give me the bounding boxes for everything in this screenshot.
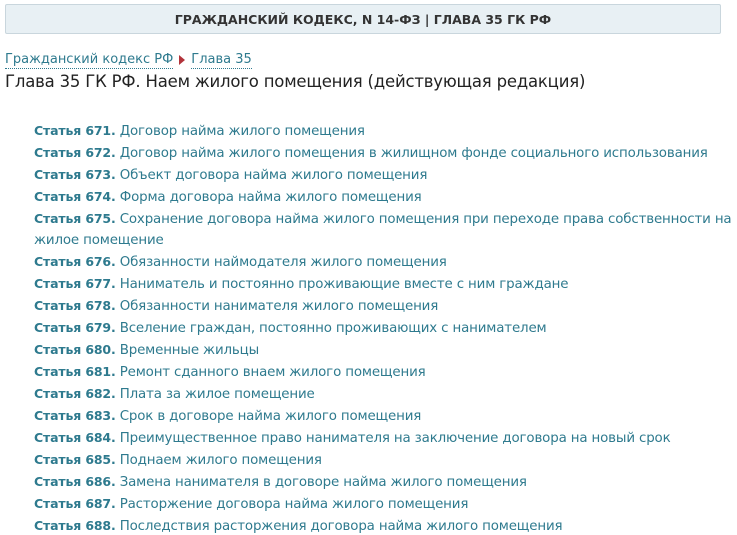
article-title: Вселение граждан, постоянно проживающих …	[119, 321, 547, 336]
article-link[interactable]: Статья 682. Плата за жилое помещение	[34, 383, 734, 405]
article-number: Статья 676.	[34, 254, 116, 269]
article-number: Статья 671.	[34, 123, 116, 138]
article-link[interactable]: Статья 677. Наниматель и постоянно прожи…	[34, 273, 734, 295]
article-number: Статья 677.	[34, 276, 116, 291]
article-list: Статья 671. Договор найма жилого помещен…	[34, 120, 734, 535]
article-link[interactable]: Статья 672. Договор найма жилого помещен…	[34, 142, 734, 164]
article-number: Статья 686.	[34, 474, 116, 489]
article-title: Замена нанимателя в договоре найма жилог…	[119, 475, 527, 490]
article-number: Статья 672.	[34, 145, 116, 160]
article-title: Сохранение договора найма жилого помещен…	[34, 212, 732, 248]
article-title: Договор найма жилого помещения	[119, 124, 365, 139]
article-number: Статья 680.	[34, 342, 116, 357]
article-number: Статья 688.	[34, 518, 116, 533]
breadcrumb-arrow-icon	[179, 55, 186, 65]
article-link[interactable]: Статья 671. Договор найма жилого помещен…	[34, 120, 734, 142]
article-link[interactable]: Статья 684. Преимущественное право наним…	[34, 427, 734, 449]
article-link[interactable]: Статья 674. Форма договора найма жилого …	[34, 186, 734, 208]
breadcrumb-link-civil-code[interactable]: Гражданский кодекс РФ	[5, 52, 174, 69]
article-title: Расторжение договора найма жилого помеще…	[119, 497, 469, 512]
article-link[interactable]: Статья 681. Ремонт сданного внаем жилого…	[34, 361, 734, 383]
article-number: Статья 678.	[34, 298, 116, 313]
article-link[interactable]: Статья 686. Замена нанимателя в договоре…	[34, 471, 734, 493]
article-title: Наниматель и постоянно проживающие вмест…	[119, 277, 569, 292]
breadcrumb: Гражданский кодекс РФ Глава 35	[5, 51, 252, 69]
page-title: Глава 35 ГК РФ. Наем жилого помещения (д…	[5, 72, 586, 91]
article-title: Договор найма жилого помещения в жилищно…	[119, 146, 708, 161]
article-title: Плата за жилое помещение	[119, 387, 315, 402]
article-number: Статья 685.	[34, 452, 116, 467]
page: ГРАЖДАНСКИЙ КОДЕКС, N 14-ФЗ | ГЛАВА 35 Г…	[0, 0, 737, 535]
article-number: Статья 681.	[34, 364, 116, 379]
article-title: Обязанности наймодателя жилого помещения	[119, 255, 447, 270]
article-link[interactable]: Статья 688. Последствия расторжения дого…	[34, 515, 734, 535]
header-title: ГРАЖДАНСКИЙ КОДЕКС, N 14-ФЗ | ГЛАВА 35 Г…	[174, 11, 552, 27]
article-number: Статья 687.	[34, 496, 116, 511]
article-number: Статья 684.	[34, 430, 116, 445]
article-title: Временные жильцы	[119, 343, 260, 358]
article-number: Статья 673.	[34, 167, 116, 182]
article-title: Объект договора найма жилого помещения	[119, 168, 428, 183]
article-title: Последствия расторжения договора найма ж…	[119, 519, 563, 534]
article-title: Обязанности нанимателя жилого помещения	[119, 299, 439, 314]
article-number: Статья 675.	[34, 211, 116, 226]
article-number: Статья 674.	[34, 189, 116, 204]
article-link[interactable]: Статья 678. Обязанности нанимателя жилог…	[34, 295, 734, 317]
breadcrumb-link-chapter[interactable]: Глава 35	[191, 52, 252, 69]
article-title: Срок в договоре найма жилого помещения	[119, 409, 422, 424]
article-title: Преимущественное право нанимателя на зак…	[119, 431, 671, 446]
article-link[interactable]: Статья 676. Обязанности наймодателя жило…	[34, 251, 734, 273]
article-title: Форма договора найма жилого помещения	[119, 190, 422, 205]
article-number: Статья 682.	[34, 386, 116, 401]
header-bar: ГРАЖДАНСКИЙ КОДЕКС, N 14-ФЗ | ГЛАВА 35 Г…	[5, 4, 721, 34]
article-link[interactable]: Статья 679. Вселение граждан, постоянно …	[34, 317, 734, 339]
article-number: Статья 679.	[34, 320, 116, 335]
article-link[interactable]: Статья 673. Объект договора найма жилого…	[34, 164, 734, 186]
article-link[interactable]: Статья 683. Срок в договоре найма жилого…	[34, 405, 734, 427]
article-title: Ремонт сданного внаем жилого помещения	[119, 365, 426, 380]
article-number: Статья 683.	[34, 408, 116, 423]
article-link[interactable]: Статья 675. Сохранение договора найма жи…	[34, 208, 734, 251]
article-link[interactable]: Статья 687. Расторжение договора найма ж…	[34, 493, 734, 515]
article-link[interactable]: Статья 685. Поднаем жилого помещения	[34, 449, 734, 471]
article-title: Поднаем жилого помещения	[119, 453, 322, 468]
article-link[interactable]: Статья 680. Временные жильцы	[34, 339, 734, 361]
